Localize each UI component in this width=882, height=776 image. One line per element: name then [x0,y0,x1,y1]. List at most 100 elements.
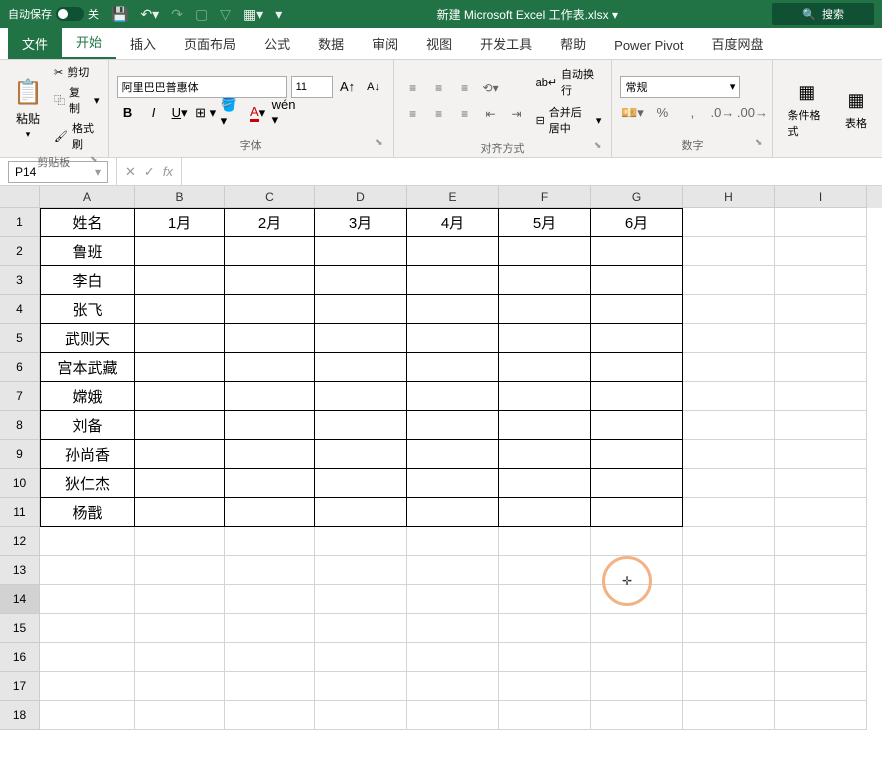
bold-button[interactable]: B [117,102,139,124]
decrease-decimal-button[interactable]: .00→ [740,102,764,124]
increase-decimal-button[interactable]: .0→ [710,102,734,124]
cell[interactable] [315,353,407,382]
cell[interactable] [407,556,499,585]
cell[interactable] [591,614,683,643]
cell[interactable] [775,556,867,585]
cell[interactable] [135,556,225,585]
cell[interactable] [315,614,407,643]
align-middle-icon[interactable]: ≡ [428,77,450,99]
cell[interactable] [683,353,775,382]
cell[interactable] [40,672,135,701]
row-header[interactable]: 1 [0,208,40,237]
cell[interactable]: 4月 [407,208,499,237]
row-header[interactable]: 4 [0,295,40,324]
cell[interactable] [40,614,135,643]
confirm-icon[interactable]: ✓ [144,164,155,180]
fill-color-button[interactable]: 🪣▾ [221,102,243,124]
qat-customize-icon[interactable]: ▾ [275,6,282,23]
align-top-icon[interactable]: ≡ [402,77,424,99]
cell[interactable] [775,672,867,701]
decrease-font-icon[interactable]: A↓ [363,76,385,98]
cell[interactable] [683,556,775,585]
cell[interactable] [315,411,407,440]
cells-area[interactable]: 姓名1月2月3月4月5月6月鲁班李白张飞武则天宫本武藏嫦娥刘备孙尚香狄仁杰杨戬 [40,208,867,730]
cell[interactable] [135,701,225,730]
cell[interactable] [499,585,591,614]
cell[interactable]: 武则天 [40,324,135,353]
cell[interactable] [407,266,499,295]
column-header[interactable]: B [135,186,225,208]
cell[interactable]: 狄仁杰 [40,469,135,498]
cell[interactable]: 刘备 [40,411,135,440]
row-header[interactable]: 17 [0,672,40,701]
cell[interactable] [315,237,407,266]
cell[interactable] [775,324,867,353]
cell[interactable] [683,643,775,672]
cell[interactable] [775,498,867,527]
cell[interactable] [683,527,775,556]
merge-center-button[interactable]: ⊟合并后居中 ▾ [534,102,604,138]
cell[interactable] [499,498,591,527]
cell[interactable]: 5月 [499,208,591,237]
cell[interactable] [407,295,499,324]
qat-icon-3[interactable]: ▦▾ [243,6,263,23]
cell[interactable] [407,672,499,701]
cell[interactable] [683,614,775,643]
align-left-icon[interactable]: ≡ [402,103,424,125]
cell[interactable] [315,643,407,672]
cell[interactable] [315,527,407,556]
cell[interactable] [591,643,683,672]
row-header[interactable]: 13 [0,556,40,585]
cell[interactable] [683,295,775,324]
column-header[interactable]: A [40,186,135,208]
table-format-button[interactable]: ▦ 表格 [838,85,874,135]
cell[interactable] [407,382,499,411]
cell[interactable] [591,527,683,556]
tab-view[interactable]: 视图 [412,28,466,59]
cell[interactable] [315,469,407,498]
cell[interactable] [683,237,775,266]
wrap-text-button[interactable]: ab↵自动换行 [534,64,604,100]
cell[interactable] [407,498,499,527]
cell[interactable] [683,672,775,701]
cell[interactable] [315,672,407,701]
cell[interactable] [225,266,315,295]
orientation-icon[interactable]: ⟲▾ [480,77,502,99]
cell[interactable] [135,295,225,324]
cell[interactable] [225,527,315,556]
row-header[interactable]: 14 [0,585,40,614]
cell[interactable] [775,701,867,730]
row-header[interactable]: 10 [0,469,40,498]
cell[interactable] [591,382,683,411]
cell[interactable] [135,672,225,701]
cell[interactable] [225,411,315,440]
cell[interactable]: 嫦娥 [40,382,135,411]
cell[interactable] [683,266,775,295]
cell[interactable]: 宫本武藏 [40,353,135,382]
cell[interactable] [499,527,591,556]
cell[interactable] [499,643,591,672]
cell[interactable] [591,295,683,324]
indent-increase-icon[interactable]: ⇥ [506,103,528,125]
qat-icon-1[interactable]: ▢ [195,6,208,23]
cell[interactable] [591,411,683,440]
row-header[interactable]: 9 [0,440,40,469]
cell[interactable] [591,701,683,730]
tab-data[interactable]: 数据 [304,28,358,59]
cell[interactable] [683,208,775,237]
cell[interactable] [775,527,867,556]
row-header[interactable]: 8 [0,411,40,440]
cell[interactable] [407,411,499,440]
cell[interactable] [591,237,683,266]
cell[interactable] [225,614,315,643]
cell[interactable] [315,266,407,295]
cell[interactable] [135,353,225,382]
cell[interactable] [775,208,867,237]
column-header[interactable]: G [591,186,683,208]
cell[interactable] [135,411,225,440]
cell[interactable] [135,237,225,266]
cell[interactable] [775,411,867,440]
cell[interactable] [499,411,591,440]
tab-formulas[interactable]: 公式 [250,28,304,59]
cell[interactable] [407,237,499,266]
